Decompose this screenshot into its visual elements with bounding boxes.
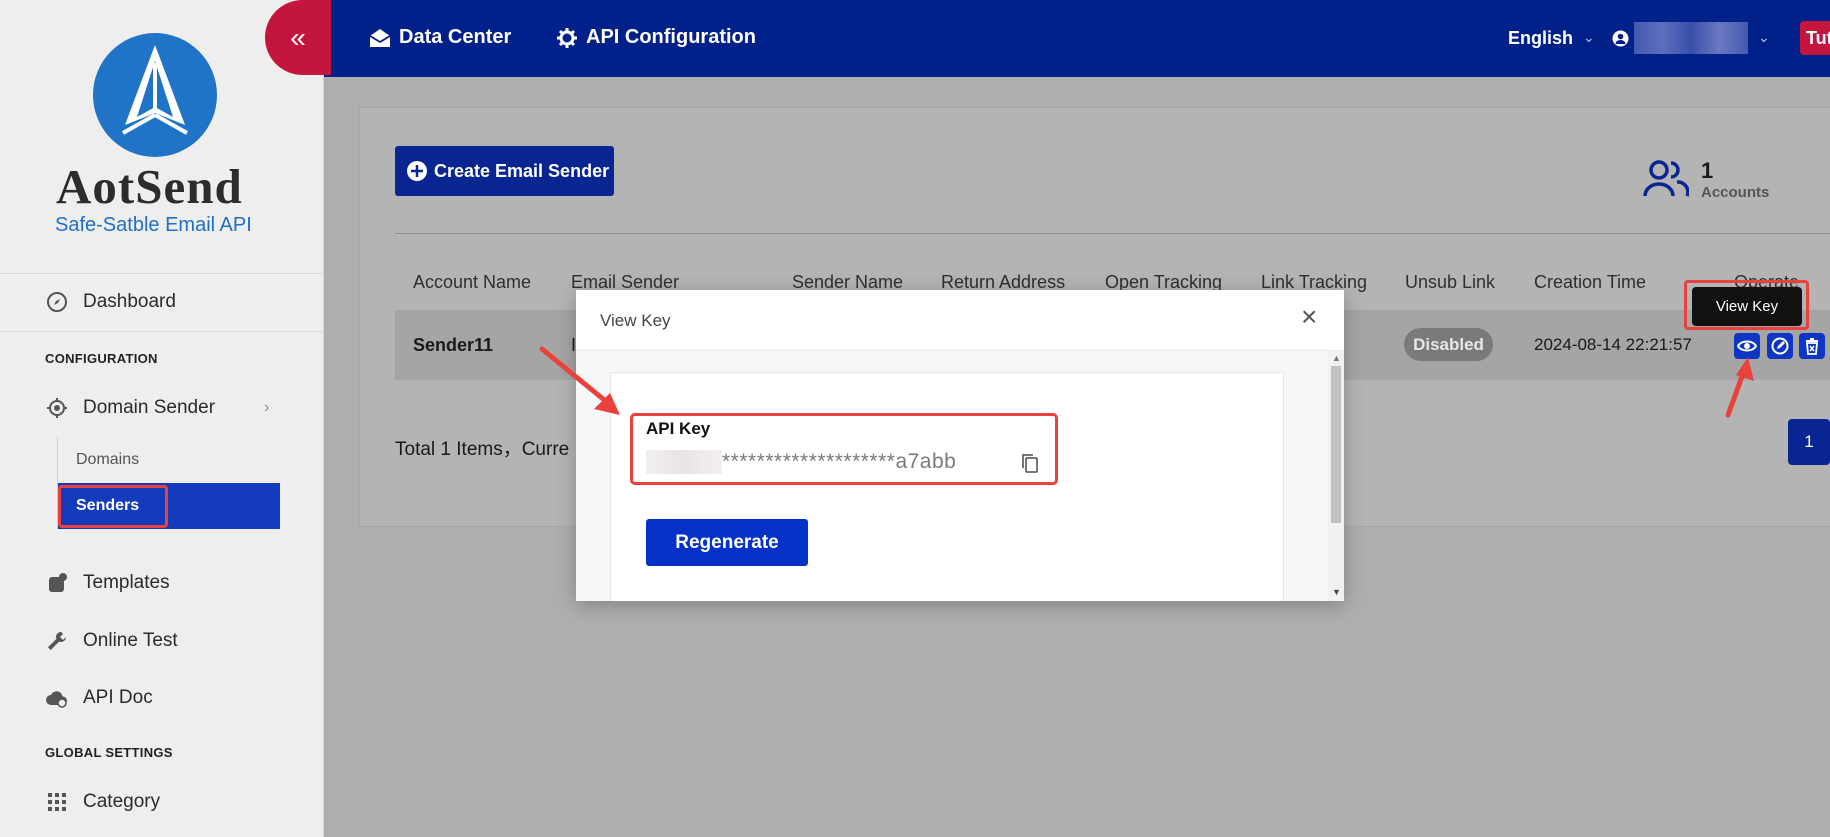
sidebar-item-label: Dashboard [83,291,176,312]
template-icon [45,571,69,595]
envelope-open-icon [369,28,391,48]
eye-icon [1737,340,1757,352]
sidebar-item-api-doc[interactable]: API Doc [45,686,153,710]
sidebar-item-label: Domain Sender [83,397,216,418]
user-icon[interactable] [1612,30,1629,52]
modal-header: View Key × [576,290,1344,351]
highlight-box [630,413,1058,485]
create-email-sender-button[interactable]: Create Email Sender [395,146,614,196]
sidebar-item-label: Online Test [83,630,178,651]
scrollbar-thumb[interactable] [1331,366,1341,523]
delete-button[interactable] [1799,333,1825,359]
nav-label: API Configuration [586,26,756,48]
nav-api-configuration[interactable]: API Configuration [556,26,756,49]
edit-button[interactable] [1767,333,1793,359]
chevron-down-icon[interactable]: ⌄ [1583,29,1595,46]
users-icon [1643,160,1690,203]
accounts-count: 1 [1701,158,1714,183]
username-redacted[interactable] [1634,22,1748,54]
divider [395,233,1830,234]
highlight-box [58,485,168,528]
plus-circle-icon [406,160,428,182]
key-card [610,372,1284,601]
edit-icon [1771,337,1789,355]
logo-mark-icon [93,33,217,157]
sidebar-item-dashboard[interactable]: Dashboard [45,290,176,314]
annotation-arrow-icon [1725,357,1754,418]
nav-label: Data Center [399,26,512,48]
sidebar-item-label: Category [83,791,161,812]
divider [0,331,324,332]
compass-icon [45,290,69,314]
regenerate-button[interactable]: Regenerate [646,519,808,566]
pagination-total: Total 1 Items，Curre [395,439,570,460]
trash-icon [1806,338,1818,355]
grid-icon [45,790,69,814]
highlight-box [1684,280,1809,330]
sidebar: AotSend Safe-Satble Email API Dashboard … [0,0,324,837]
sidebar-item-label: Templates [83,572,170,593]
status-badge: Disabled [1404,328,1493,361]
divider [0,273,324,274]
sidebar-item-domains[interactable]: Domains [76,451,139,469]
tutorial-button[interactable]: Tut [1800,21,1830,55]
sidebar-item-templates[interactable]: Templates [45,571,170,595]
nav-data-center[interactable]: Data Center [369,26,511,49]
page-button[interactable]: 1 [1788,419,1830,465]
column-header-creation-time: Creation Time [1534,272,1647,292]
sidebar-item-label: API Doc [83,687,153,708]
scroll-down-icon[interactable]: ▼ [1332,587,1341,597]
cloud-icon [45,686,69,710]
cell-creation-time: 2024-08-14 22:21:57 [1534,335,1692,354]
accounts-label: Accounts [1701,184,1770,201]
sidebar-item-category[interactable]: Category [45,790,160,814]
annotation-arrow-icon [539,346,620,415]
sidebar-item-online-test[interactable]: Online Test [45,629,178,653]
modal-title: View Key [600,311,671,330]
cell-account-name: Sender11 [413,335,494,355]
column-header-unsub-link: Unsub Link [1405,272,1496,292]
sidebar-item-domain-sender[interactable]: Domain Sender [45,396,215,420]
scroll-up-icon[interactable]: ▲ [1332,353,1341,363]
section-label-global-settings: GLOBAL SETTINGS [45,745,173,760]
gear-icon [556,27,578,49]
chevron-down-icon[interactable]: ⌄ [1758,29,1770,46]
section-label-configuration: CONFIGURATION [45,351,158,366]
chevron-right-icon: › [264,399,270,416]
collapse-sidebar-button[interactable]: « [265,0,331,75]
top-bar: Data Center API Configuration [324,0,1830,77]
button-label: Create Email Sender [434,160,610,181]
column-header-account-name: Account Name [413,272,532,292]
wrench-icon [45,629,69,653]
language-selector[interactable]: English [1508,28,1573,49]
double-chevron-left-icon: « [290,21,306,53]
brand-name: AotSend [56,159,243,214]
brand-tagline: Safe-Satble Email API [55,214,252,236]
close-icon[interactable]: × [1301,303,1317,331]
target-icon [45,396,69,420]
scrollbar[interactable]: ▲ ▼ [1328,351,1344,601]
